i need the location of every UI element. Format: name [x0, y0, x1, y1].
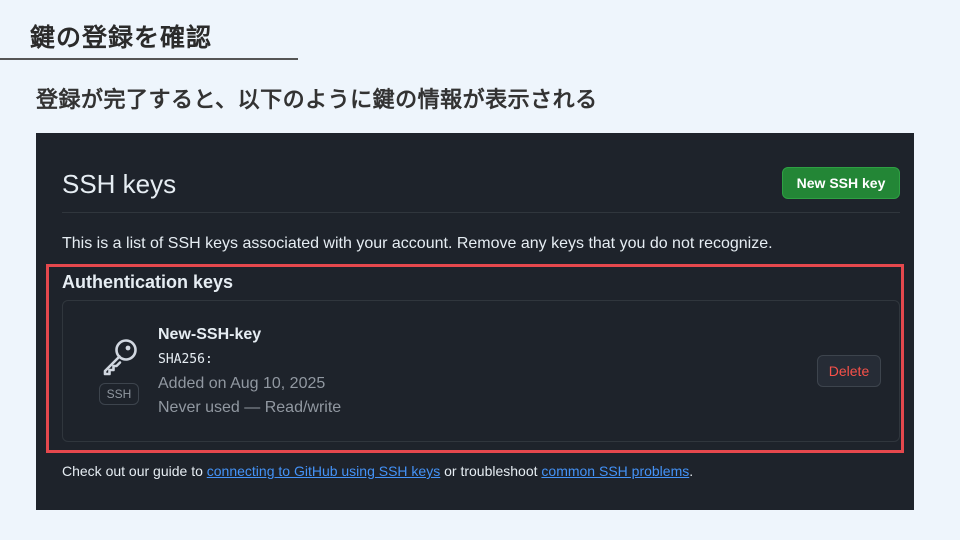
- footer-middle: or troubleshoot: [440, 463, 542, 479]
- slide-subtitle: 登録が完了すると、以下のように鍵の情報が表示される: [36, 88, 598, 113]
- new-ssh-key-button[interactable]: New SSH key: [782, 167, 900, 199]
- connecting-guide-link[interactable]: connecting to GitHub using SSH keys: [207, 463, 440, 479]
- ssh-keys-panel: SSH keys New SSH key This is a list of S…: [36, 133, 914, 510]
- footer-suffix: .: [689, 463, 694, 479]
- footer-prefix: Check out our guide to: [62, 463, 207, 479]
- title-underline: [0, 58, 298, 60]
- keys-description: This is a list of SSH keys associated wi…: [62, 235, 773, 252]
- key-added-date: Added on Aug 10, 2025: [158, 375, 326, 392]
- heading-divider: [62, 212, 900, 213]
- panel-heading: SSH keys: [62, 169, 177, 199]
- key-icon: [103, 339, 137, 376]
- key-title: New-SSH-key: [158, 326, 262, 343]
- authentication-keys-heading: Authentication keys: [62, 272, 234, 292]
- key-usage: Never used — Read/write: [158, 399, 342, 416]
- slide-title: 鍵の登録を確認: [30, 23, 213, 52]
- key-fingerprint: SHA256:: [158, 352, 213, 367]
- ssh-key-item: SSH New-SSH-key SHA256: Added on Aug 10,…: [62, 300, 900, 442]
- footer-text: Check out our guide to connecting to Git…: [62, 463, 693, 479]
- ssh-type-badge: SSH: [99, 383, 139, 405]
- delete-button[interactable]: Delete: [817, 355, 881, 387]
- ssh-problems-link[interactable]: common SSH problems: [541, 463, 689, 479]
